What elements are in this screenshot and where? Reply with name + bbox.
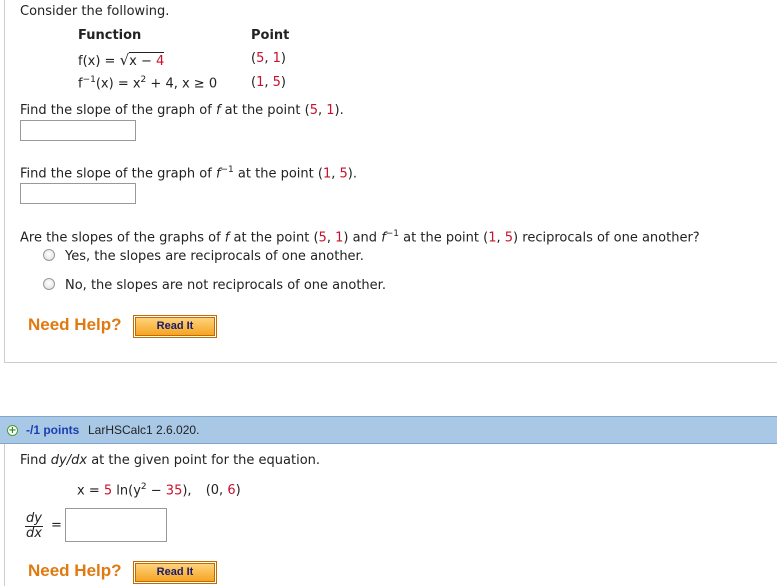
function-row-1: f(x) = √x − 4 [78, 51, 165, 69]
q2-prompt-a: Find [20, 453, 51, 468]
read-it-button-frame-2: Read It [133, 561, 217, 584]
eq-const: 35 [165, 483, 183, 499]
frac-den-text: dx [26, 526, 42, 541]
function-row-2: f−1(x) = x2 + 4, x ≥ 0 [78, 75, 217, 91]
prompt1-text-a: Find the slope of the graph of [20, 103, 216, 118]
q2-equation: x = 5 ln(y2 − 35), (0, 6) [77, 482, 241, 498]
q2-prompt-b: at the given point for the equation. [87, 453, 321, 468]
need-help-label: Need Help? [28, 315, 122, 334]
frac-denominator: dx [25, 527, 43, 541]
q2-point-b: ) [235, 483, 241, 499]
equals-sign: = [51, 518, 62, 533]
prompt2-text-a: Find the slope of the graph of [20, 166, 216, 182]
radicand-number: 4 [156, 54, 165, 69]
points-link[interactable]: -/1 points [26, 423, 79, 437]
f-definition-prefix: f(x) = [78, 54, 120, 69]
prompt3-text-b: at the point [229, 230, 314, 246]
prompt-slope-f: Find the slope of the graph of f at the … [20, 103, 344, 118]
finv-body: (x) = x [95, 76, 141, 92]
frac-num-text: dy [26, 511, 42, 526]
prompt3-text-d: at the point [399, 230, 484, 246]
radio-yes[interactable] [43, 249, 55, 261]
option-yes-label[interactable]: Yes, the slopes are reciprocals of one a… [65, 249, 364, 264]
question-1-panel: Consider the following. Function Point f… [4, 0, 777, 363]
frac-numerator: dy [25, 512, 43, 527]
prompt-reciprocals: Are the slopes of the graphs of f at the… [20, 229, 700, 246]
eq-coef: 5 [103, 483, 113, 499]
eq-ln: ln(y [112, 483, 141, 499]
prompt3-text-e: reciprocals of one another? [518, 230, 700, 246]
point-row-2: (1, 5) [251, 75, 286, 90]
intro-text: Consider the following. [20, 4, 170, 19]
prompt2-text-b: at the point [233, 166, 318, 182]
answer-input-slope-f[interactable] [20, 120, 136, 141]
eq-close: ), [182, 483, 192, 499]
point-column-header: Point [251, 28, 290, 43]
prompt3-text-c: and [348, 230, 382, 246]
prompt-slope-finverse: Find the slope of the graph of f−1 at th… [20, 165, 358, 182]
read-it-button[interactable]: Read It [135, 317, 215, 336]
function-column-header: Function [78, 28, 142, 43]
expand-plus-icon[interactable]: + [7, 425, 18, 436]
radicand: x − 4 [129, 52, 165, 69]
dydx-answer-input[interactable] [65, 508, 167, 542]
read-it-button-2[interactable]: Read It [135, 563, 215, 582]
q2-point-a: (0, [205, 483, 228, 499]
eq-minus: − [146, 483, 166, 499]
q2-prompt-dydx: dy/dx [50, 453, 88, 468]
q2-point-6: 6 [227, 483, 236, 499]
question-2-panel: Find dy/dx at the given point for the eq… [4, 444, 777, 586]
radicand-x: x − [129, 54, 156, 69]
dydx-fraction: dy dx [25, 512, 43, 541]
q2-point: (0, 6) [206, 483, 241, 498]
q2-prompt: Find dy/dx at the given point for the eq… [20, 453, 320, 468]
sqrt-symbol: √ [119, 51, 130, 69]
question-2-header: + -/1 points LarHSCalc1 2.6.020. [0, 416, 777, 444]
finv-tail: + 4, x ≥ 0 [146, 76, 218, 92]
need-help-label-2: Need Help? [28, 561, 122, 580]
finv-sup: −1 [82, 75, 96, 85]
option-no-label[interactable]: No, the slopes are not reciprocals of on… [65, 278, 386, 293]
point-row-1: (5, 1) [251, 51, 286, 66]
prompt3-text-a: Are the slopes of the graphs of [20, 230, 225, 246]
prompt2-sup: −1 [220, 165, 234, 175]
answer-input-slope-finverse[interactable] [20, 183, 136, 204]
read-it-button-frame: Read It [133, 315, 217, 338]
prompt1-text-b: at the point [220, 103, 305, 118]
question-code: LarHSCalc1 2.6.020. [88, 423, 200, 437]
prompt3-sup: −1 [385, 229, 400, 239]
eq-x: x = [77, 483, 104, 499]
radio-no[interactable] [43, 278, 55, 290]
